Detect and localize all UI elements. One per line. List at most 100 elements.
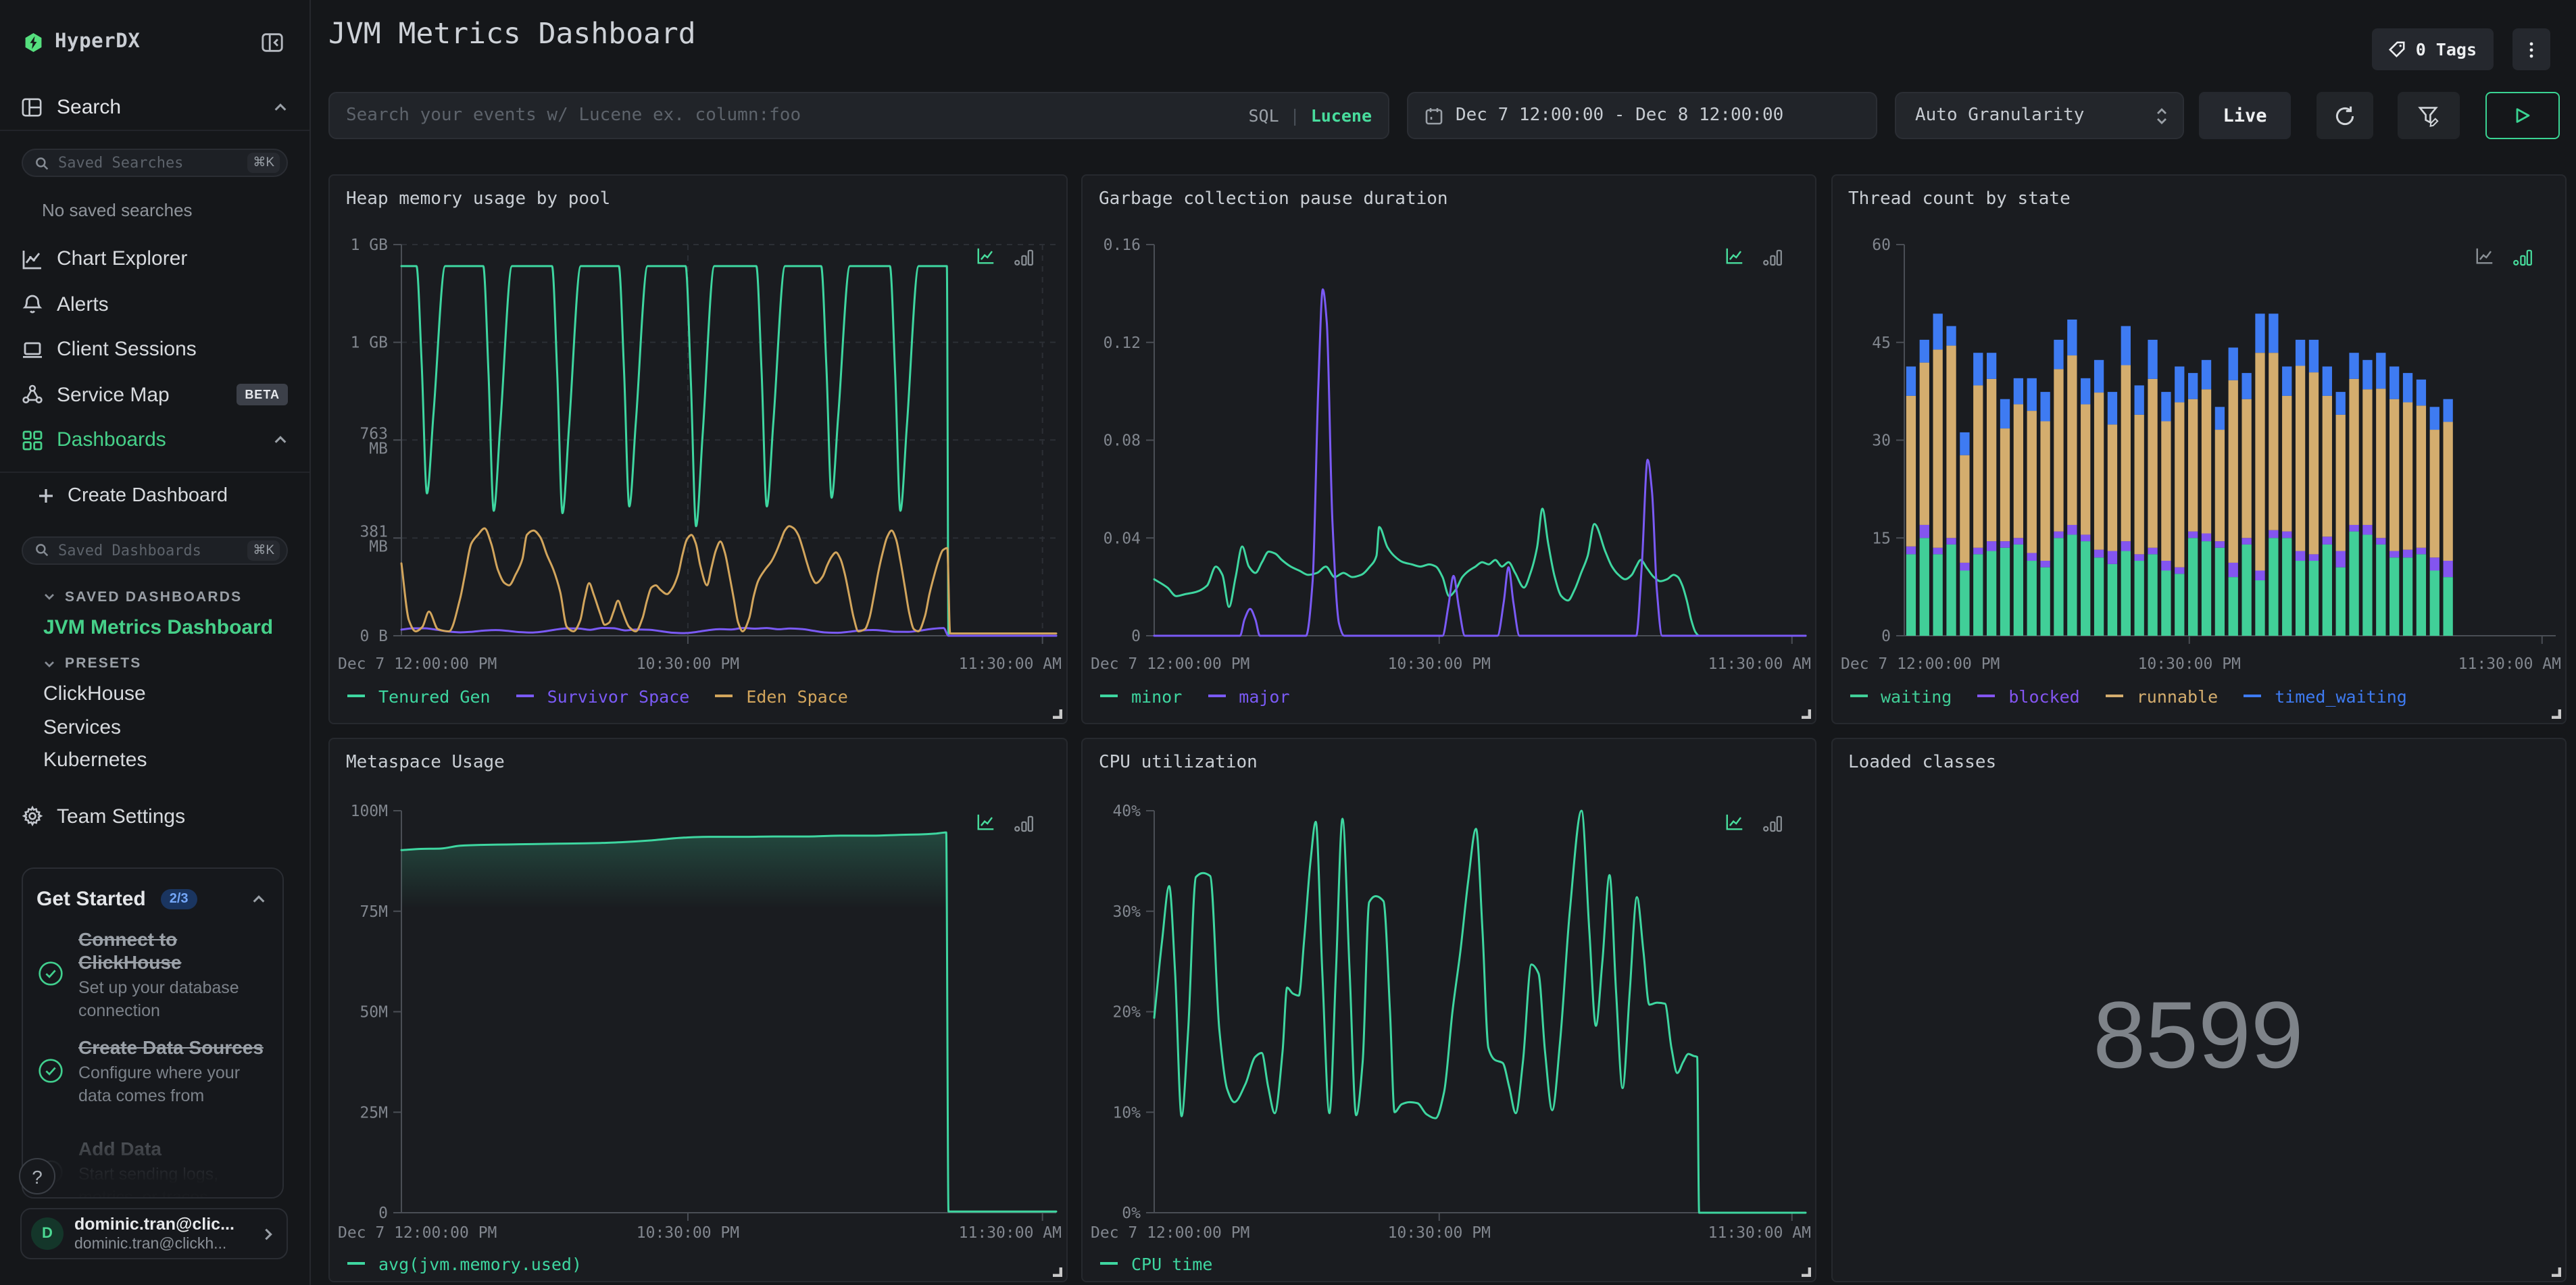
help-button[interactable]: ? — [19, 1158, 55, 1194]
get-started-item-add-data[interactable]: Add Data Start sending logs, metrics, or… — [23, 1138, 282, 1197]
get-started-item-title: Add Data — [78, 1138, 162, 1159]
chart-plot-metaspace: 0 25M 50M 75M 100M Dec 7 12:00:00 PM 10:30:00 … — [338, 802, 1062, 1241]
more-options-button[interactable] — [2512, 28, 2550, 70]
refresh-button[interactable] — [2316, 92, 2373, 139]
svg-text:0: 0 — [1131, 627, 1141, 645]
resize-handle-icon[interactable] — [1800, 707, 1811, 718]
gear-icon — [22, 805, 43, 827]
saved-dashboards-input[interactable]: Saved Dashboards ⌘K — [22, 536, 288, 564]
search-placeholder: Search your events w/ Lucene ex. column:… — [346, 105, 801, 126]
legend-swatch — [1977, 695, 1996, 697]
legend-item[interactable]: blocked — [1977, 686, 2080, 706]
sidebar-item-chart-explorer[interactable]: Chart Explorer — [0, 236, 309, 282]
svg-text:30%: 30% — [1112, 903, 1141, 920]
panel-gc: Garbage collection pause duration 0 0.04 0.… — [1081, 174, 1816, 724]
svg-text:0.04: 0.04 — [1104, 529, 1141, 547]
chart-plot-cpu: 0% 10% 20% 30% 40% Dec 7 12:00:00 PM 10:30:00 … — [1091, 802, 1811, 1241]
legend-item[interactable]: minor — [1100, 686, 1182, 706]
resize-handle-icon[interactable] — [1051, 1265, 1062, 1276]
saved-searches-placeholder: Saved Searches — [58, 154, 184, 172]
svg-text:0: 0 — [378, 1204, 388, 1221]
svg-text:0: 0 — [1881, 627, 1890, 645]
panel-heap: Heap memory usage by pool 0 B 381 MB 763 MB 1 … — [328, 174, 1067, 724]
sidebar-item-jvm-metrics-dashboard[interactable]: JVM Metrics Dashboard — [43, 615, 288, 638]
create-dashboard-button[interactable]: Create Dashboard — [22, 479, 288, 511]
legend-swatch — [1100, 695, 1118, 697]
chart-legend: waiting blocked runnable timed_waiting — [1850, 686, 2407, 706]
legend-item[interactable]: Eden Space — [715, 686, 848, 706]
sidebar-item-client-sessions[interactable]: Client Sessions — [0, 327, 309, 372]
sidebar-item-search[interactable]: Search — [0, 92, 309, 122]
resize-handle-icon[interactable] — [1051, 707, 1062, 718]
chart-legend: CPU time — [1100, 1253, 1212, 1274]
svg-text:10:30:00 PM: 10:30:00 PM — [2137, 655, 2240, 672]
beta-badge: BETA — [237, 384, 288, 406]
hyperdx-app: HyperDX Search Saved Searches ⌘K No save… — [0, 0, 2576, 1285]
resize-handle-icon[interactable] — [2550, 1265, 2560, 1276]
user-menu[interactable]: D dominic.tran@clic... dominic.tran@clic… — [20, 1208, 288, 1259]
legend-swatch — [347, 1262, 365, 1265]
sidebar-item-dashboards[interactable]: Dashboards — [0, 418, 309, 463]
divider — [0, 130, 309, 131]
sidebar-item-service-map[interactable]: Service Map BETA — [0, 372, 309, 418]
legend-item[interactable]: CPU time — [1100, 1253, 1212, 1274]
legend-item[interactable]: major — [1208, 686, 1290, 706]
mode-divider: | — [1289, 105, 1300, 126]
time-range-value: Dec 7 12:00:00 - Dec 8 12:00:00 — [1456, 105, 1784, 126]
resize-handle-icon[interactable] — [1800, 1265, 1811, 1276]
sidebar-item-label: Service Map — [57, 383, 170, 407]
chevron-up-icon[interactable] — [251, 892, 266, 907]
svg-text:30: 30 — [1871, 432, 1890, 449]
legend-item[interactable]: waiting — [1850, 686, 1952, 706]
chart-plot-heap: 0 B 381 MB 763 MB 1 GB 1 GB Dec 7 12:00:00 PM 10… — [338, 236, 1062, 672]
granularity-select[interactable]: Auto Granularity — [1895, 92, 2184, 139]
sql-option[interactable]: SQL — [1248, 105, 1279, 126]
svg-text:0.08: 0.08 — [1104, 432, 1141, 449]
sidebar-item-team-settings[interactable]: Team Settings — [22, 800, 288, 832]
check-circle-icon — [39, 961, 63, 986]
legend-item[interactable]: avg(jvm.memory.used) — [347, 1253, 582, 1274]
sidebar-item-kubernetes[interactable]: Kubernetes — [43, 749, 288, 772]
presets-header[interactable]: PRESETS — [43, 655, 288, 672]
sidebar-item-alerts[interactable]: Alerts — [0, 282, 309, 327]
sidebar-item-label: Alerts — [57, 293, 109, 316]
section-header-label: PRESETS — [65, 655, 142, 672]
play-icon — [2516, 108, 2530, 123]
time-range-picker[interactable]: Dec 7 12:00:00 - Dec 8 12:00:00 — [1407, 92, 1877, 139]
svg-text:11:30:00 AM: 11:30:00 AM — [1708, 655, 1811, 672]
saved-dashboards-header[interactable]: SAVED DASHBOARDS — [43, 588, 288, 605]
event-search-input[interactable]: Search your events w/ Lucene ex. column:… — [328, 92, 1389, 139]
query-language-toggle[interactable]: SQL | Lucene — [1248, 105, 1372, 126]
get-started-item-texts: Add Data Start sending logs, metrics, or… — [78, 1138, 281, 1197]
legend-swatch — [2244, 695, 2262, 697]
saved-searches-input[interactable]: Saved Searches ⌘K — [22, 149, 288, 177]
tags-button[interactable]: 0 Tags — [2372, 28, 2493, 70]
refresh-icon — [2335, 105, 2354, 125]
select-chevrons-icon — [2157, 107, 2166, 124]
sidebar-item-services[interactable]: Services — [43, 715, 288, 738]
legend-item[interactable]: Tenured Gen — [347, 686, 491, 706]
sidebar-item-clickhouse[interactable]: ClickHouse — [43, 682, 288, 705]
legend-swatch — [516, 695, 534, 697]
legend-item[interactable]: timed_waiting — [2244, 686, 2407, 706]
get-started-item-sources[interactable]: Create Data Sources Configure where your… — [23, 1036, 282, 1108]
legend-item[interactable]: runnable — [2105, 686, 2218, 706]
get-started-item-connect[interactable]: Connect to ClickHouse Set up your databa… — [23, 928, 282, 1023]
filter-button[interactable] — [2397, 92, 2459, 139]
hyperdx-logo-icon — [25, 32, 42, 51]
search-icon — [36, 544, 49, 557]
brand-name: HyperDX — [55, 31, 141, 53]
user-name: dominic.tran@clic... — [74, 1214, 234, 1233]
saved-dashboards-placeholder: Saved Dashboards — [58, 541, 201, 559]
get-started-header[interactable]: Get Started 2/3 — [23, 869, 282, 911]
legend-item[interactable]: Survivor Space — [516, 686, 689, 706]
sidebar-collapse-icon[interactable] — [261, 30, 284, 53]
chart-plot-threads: 0 15 30 45 60 Dec 7 12:00:00 PM 10:30:00 PM 11:… — [1840, 236, 2560, 672]
no-saved-searches-text: No saved searches — [42, 200, 193, 220]
page-title: JVM Metrics Dashboard — [328, 18, 696, 51]
run-query-button[interactable] — [2485, 92, 2560, 139]
lucene-option[interactable]: Lucene — [1311, 105, 1372, 126]
live-button[interactable]: Live — [2199, 92, 2291, 139]
resize-handle-icon[interactable] — [2550, 707, 2560, 718]
shortcut-badge: ⌘K — [247, 540, 280, 560]
